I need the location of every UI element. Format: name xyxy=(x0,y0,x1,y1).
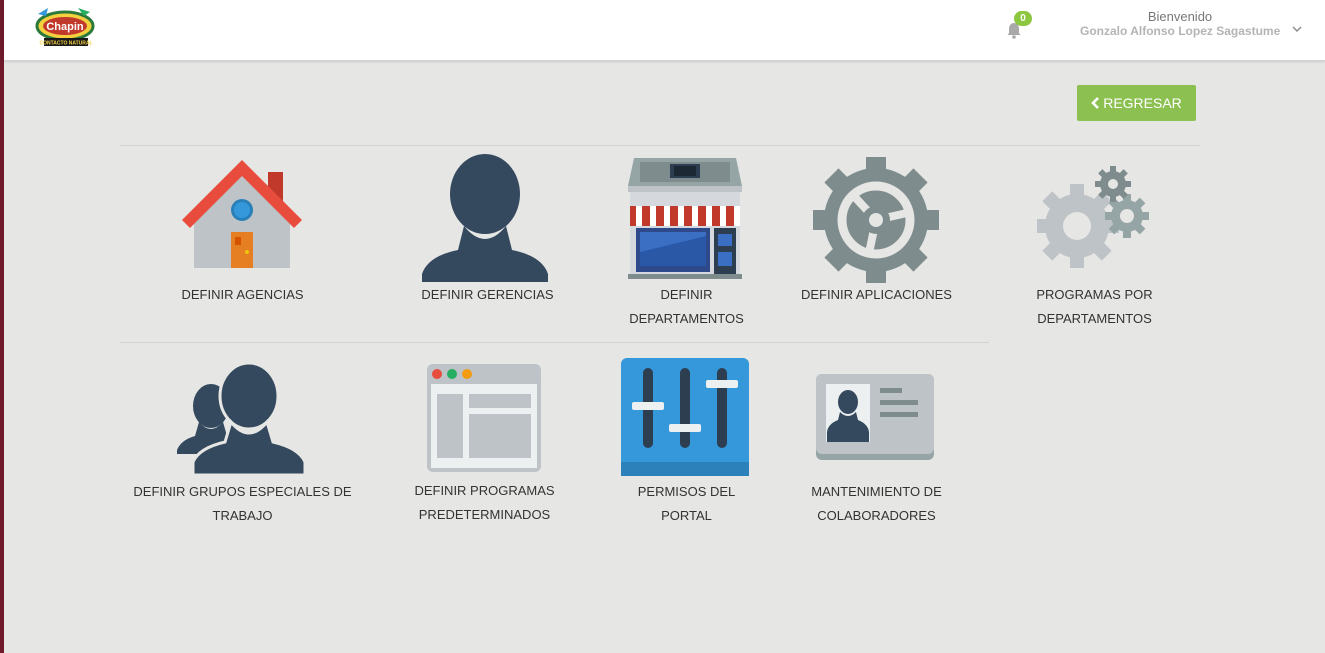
tile-label: DEFINIR GERENCIAS xyxy=(421,287,554,302)
gears-icon xyxy=(1037,166,1149,268)
person-icon xyxy=(422,154,548,282)
tile-label: COLABORADORES xyxy=(817,508,936,523)
browser-window-icon xyxy=(427,364,541,472)
left-edge-bar xyxy=(0,0,4,653)
id-card-icon xyxy=(816,374,934,460)
tile-label: DEFINIR AGENCIAS xyxy=(181,287,304,302)
company-logo[interactable]: Chapin CONTACTO NATURAL xyxy=(34,4,96,50)
tile-label: DEPARTAMENTOS xyxy=(629,311,744,326)
row-divider xyxy=(120,342,989,343)
tile-permisos-del-portal[interactable]: PERMISOS DEL PORTAL xyxy=(604,358,769,533)
group-icon xyxy=(177,362,307,476)
tile-label: PORTAL xyxy=(661,508,712,523)
house-icon xyxy=(182,160,302,268)
user-name[interactable]: Gonzalo Alfonso Lopez Sagastume xyxy=(1080,24,1280,38)
back-button[interactable]: REGRESAR xyxy=(1077,85,1196,121)
tile-label: PERMISOS DEL xyxy=(637,484,736,499)
back-button-label: REGRESAR xyxy=(1103,95,1182,111)
svg-text:CONTACTO NATURAL: CONTACTO NATURAL xyxy=(39,41,92,47)
tile-label: DEFINIR GRUPOS ESPECIALES DE xyxy=(133,484,352,499)
tile-label: TRABAJO xyxy=(212,508,273,523)
tile-definir-departamentos[interactable]: DEFINIR DEPARTAMENTOS xyxy=(604,156,769,331)
store-icon xyxy=(628,158,742,279)
tile-label: DEPARTAMENTOS xyxy=(1037,311,1152,326)
tile-mantenimiento-colaboradores[interactable]: MANTENIMIENTO DE COLABORADORES xyxy=(794,372,959,532)
chevron-down-icon[interactable] xyxy=(1291,23,1303,35)
tile-programas-por-departamentos[interactable]: PROGRAMAS POR DEPARTAMENTOS xyxy=(1012,162,1177,337)
tile-definir-grupos-especiales[interactable]: DEFINIR GRUPOS ESPECIALES DE TRABAJO xyxy=(125,362,360,532)
chevron-left-icon xyxy=(1091,97,1100,109)
svg-text:Chapin: Chapin xyxy=(46,21,84,33)
tile-definir-programas-predeterminados[interactable]: DEFINIR PROGRAMAS PREDETERMINADOS xyxy=(402,362,567,532)
tile-definir-gerencias[interactable]: DEFINIR GERENCIAS xyxy=(405,152,570,302)
notification-count-badge[interactable]: 0 xyxy=(1014,11,1032,26)
gear-icon xyxy=(813,157,939,283)
top-navbar: Chapin CONTACTO NATURAL 0 Bienvenido Gon… xyxy=(4,0,1325,61)
welcome-text: Bienvenido xyxy=(1147,9,1213,24)
tile-definir-agencias[interactable]: DEFINIR AGENCIAS xyxy=(160,158,325,308)
top-divider xyxy=(120,145,1200,146)
tile-label: PROGRAMAS POR xyxy=(1036,287,1153,302)
tile-label: DEFINIR PROGRAMAS xyxy=(414,483,555,498)
tile-label: PREDETERMINADOS xyxy=(418,507,551,522)
tile-label: DEFINIR APLICACIONES xyxy=(801,287,952,302)
sliders-icon xyxy=(621,358,749,476)
tile-label: MANTENIMIENTO DE xyxy=(811,484,942,499)
tile-label: DEFINIR xyxy=(660,287,713,302)
tile-definir-aplicaciones[interactable]: DEFINIR APLICACIONES xyxy=(794,155,959,305)
